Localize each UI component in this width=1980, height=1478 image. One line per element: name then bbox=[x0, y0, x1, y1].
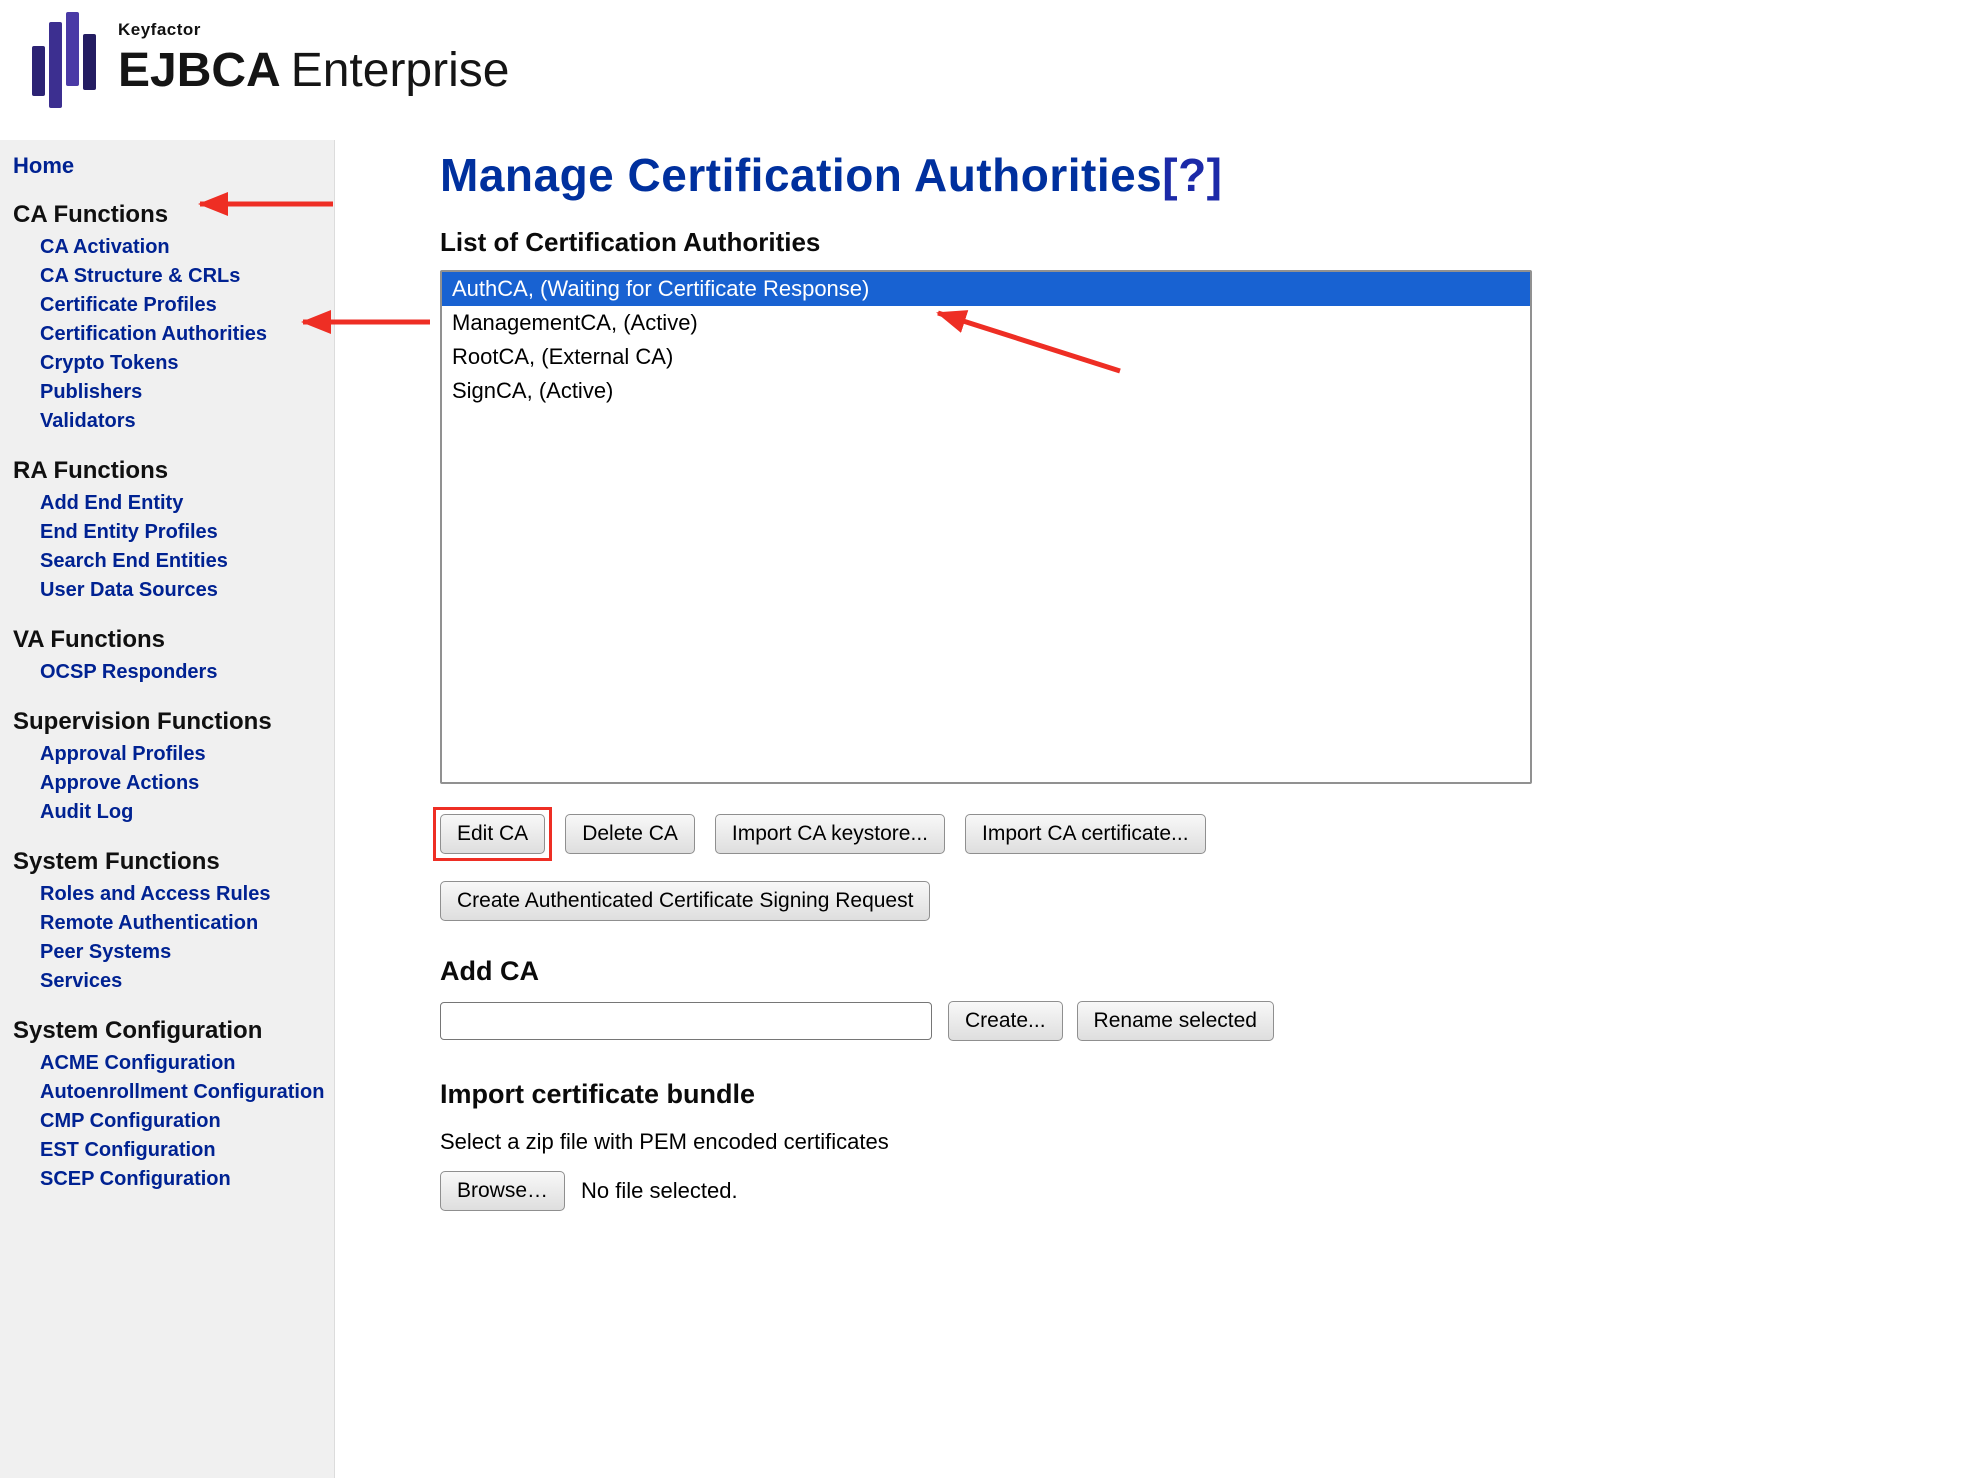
page-title-text: Manage Certification Authorities bbox=[440, 149, 1162, 201]
sidebar-item-user-data-sources[interactable]: User Data Sources bbox=[40, 576, 328, 605]
sidebar-section-va-functions: VA Functions bbox=[13, 625, 334, 655]
rename-selected-button[interactable]: Rename selected bbox=[1077, 1001, 1274, 1041]
help-link[interactable]: [?] bbox=[1162, 149, 1222, 201]
edit-ca-button-wrapper: Edit CA bbox=[440, 814, 545, 854]
sidebar: Home CA Functions CA Activation CA Struc… bbox=[0, 140, 335, 1478]
edit-ca-button[interactable]: Edit CA bbox=[440, 814, 545, 854]
import-ca-keystore-button[interactable]: Import CA keystore... bbox=[715, 814, 945, 854]
product-name-edition: Enterprise bbox=[291, 44, 510, 97]
file-status-text: No file selected. bbox=[581, 1178, 738, 1204]
delete-ca-button[interactable]: Delete CA bbox=[565, 814, 695, 854]
sidebar-item-validators[interactable]: Validators bbox=[40, 407, 328, 436]
sidebar-item-approve-actions[interactable]: Approve Actions bbox=[40, 769, 328, 798]
sidebar-item-crypto-tokens[interactable]: Crypto Tokens bbox=[40, 349, 328, 378]
sidebar-section-ra-functions: RA Functions bbox=[13, 456, 334, 486]
ca-list-item-managementca[interactable]: ManagementCA, (Active) bbox=[442, 306, 1530, 340]
ca-list-item-signca[interactable]: SignCA, (Active) bbox=[442, 374, 1530, 408]
page-title: Manage Certification Authorities[?] bbox=[440, 148, 1600, 202]
page: { "brand": { "keyfactor": "Keyfactor", "… bbox=[0, 0, 1980, 1478]
sidebar-item-acme-configuration[interactable]: ACME Configuration bbox=[40, 1049, 328, 1078]
sidebar-item-home[interactable]: Home bbox=[13, 152, 334, 180]
add-ca-input[interactable] bbox=[440, 1002, 932, 1040]
sidebar-section-system-configuration: System Configuration bbox=[13, 1016, 334, 1046]
sidebar-item-publishers[interactable]: Publishers bbox=[40, 378, 328, 407]
sidebar-section-supervision-functions: Supervision Functions bbox=[13, 707, 334, 737]
main-content: Manage Certification Authorities[?] List… bbox=[440, 148, 1600, 1211]
keyfactor-logo-icon bbox=[30, 12, 102, 110]
browse-button[interactable]: Browse… bbox=[440, 1171, 565, 1211]
brand-text: Keyfactor EJBCAEnterprise bbox=[118, 12, 509, 98]
sidebar-item-peer-systems[interactable]: Peer Systems bbox=[40, 938, 328, 967]
sidebar-item-approval-profiles[interactable]: Approval Profiles bbox=[40, 740, 328, 769]
create-ca-button[interactable]: Create... bbox=[948, 1001, 1063, 1041]
ca-list-heading: List of Certification Authorities bbox=[440, 226, 1600, 258]
ca-action-buttons: Edit CA Delete CA Import CA keystore... … bbox=[440, 814, 1600, 854]
sidebar-item-ca-activation[interactable]: CA Activation bbox=[40, 233, 328, 262]
sidebar-item-end-entity-profiles[interactable]: End Entity Profiles bbox=[40, 518, 328, 547]
sidebar-item-remote-authentication[interactable]: Remote Authentication bbox=[40, 909, 328, 938]
sidebar-item-ca-structure-crls[interactable]: CA Structure & CRLs bbox=[40, 262, 328, 291]
ca-list-item-rootca[interactable]: RootCA, (External CA) bbox=[442, 340, 1530, 374]
add-ca-heading: Add CA bbox=[440, 954, 1600, 988]
keyfactor-wordmark: Keyfactor bbox=[118, 20, 509, 40]
sidebar-item-autoenrollment-configuration[interactable]: Autoenrollment Configuration bbox=[40, 1078, 328, 1107]
sidebar-item-search-end-entities[interactable]: Search End Entities bbox=[40, 547, 328, 576]
sidebar-item-est-configuration[interactable]: EST Configuration bbox=[40, 1136, 328, 1165]
browse-row: Browse… No file selected. bbox=[440, 1171, 1600, 1211]
sidebar-item-ocsp-responders[interactable]: OCSP Responders bbox=[40, 658, 328, 687]
sidebar-item-add-end-entity[interactable]: Add End Entity bbox=[40, 489, 328, 518]
sidebar-section-ca-functions: CA Functions bbox=[13, 200, 334, 230]
sidebar-item-certification-authorities[interactable]: Certification Authorities bbox=[40, 320, 328, 349]
product-name: EJBCAEnterprise bbox=[118, 44, 509, 98]
import-ca-certificate-button[interactable]: Import CA certificate... bbox=[965, 814, 1206, 854]
sidebar-item-roles-and-access-rules[interactable]: Roles and Access Rules bbox=[40, 880, 328, 909]
sidebar-item-audit-log[interactable]: Audit Log bbox=[40, 798, 328, 827]
csr-row: Create Authenticated Certificate Signing… bbox=[440, 881, 1600, 921]
sidebar-section-system-functions: System Functions bbox=[13, 847, 334, 877]
header: Keyfactor EJBCAEnterprise bbox=[0, 0, 1980, 140]
ca-listbox[interactable]: AuthCA, (Waiting for Certificate Respons… bbox=[440, 270, 1532, 784]
sidebar-item-cmp-configuration[interactable]: CMP Configuration bbox=[40, 1107, 328, 1136]
ca-list-item-authca[interactable]: AuthCA, (Waiting for Certificate Respons… bbox=[442, 272, 1530, 306]
sidebar-item-scep-configuration[interactable]: SCEP Configuration bbox=[40, 1165, 328, 1194]
product-name-ejbca: EJBCA bbox=[118, 44, 281, 97]
import-bundle-heading: Import certificate bundle bbox=[440, 1077, 1600, 1111]
brand: Keyfactor EJBCAEnterprise bbox=[30, 12, 509, 110]
sidebar-item-services[interactable]: Services bbox=[40, 967, 328, 996]
sidebar-item-certificate-profiles[interactable]: Certificate Profiles bbox=[40, 291, 328, 320]
import-bundle-instruction: Select a zip file with PEM encoded certi… bbox=[440, 1128, 1600, 1156]
add-ca-row: Create... Rename selected bbox=[440, 1001, 1600, 1041]
create-csr-button[interactable]: Create Authenticated Certificate Signing… bbox=[440, 881, 930, 921]
